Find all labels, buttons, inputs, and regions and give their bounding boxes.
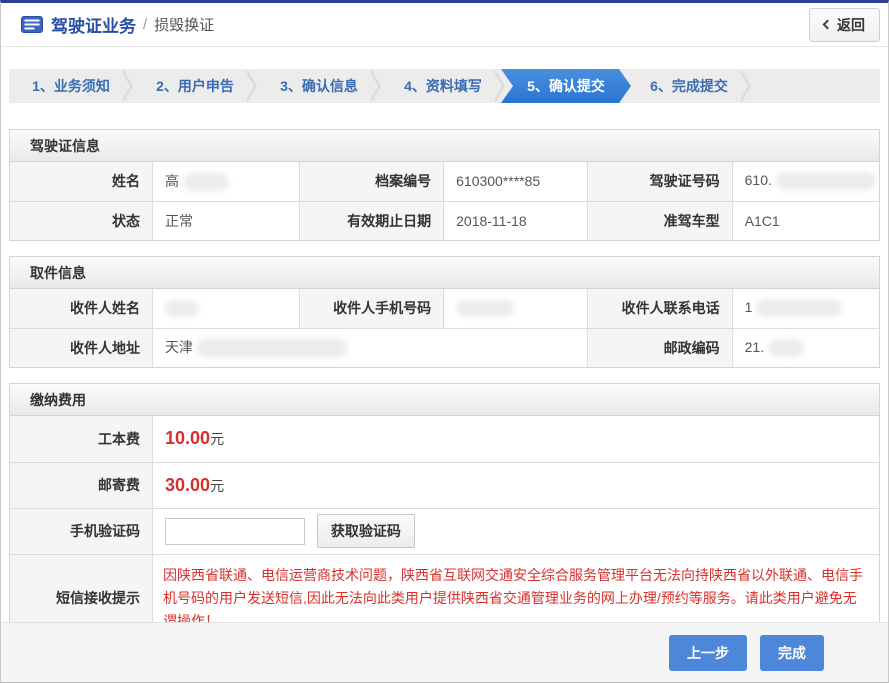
recipient-phone-label: 收件人联系电话 bbox=[588, 289, 732, 328]
recipient-mobile-value bbox=[444, 289, 588, 328]
license-info-table: 姓名 高 档案编号 610300****85 驾驶证号码 610. 状态 正常 … bbox=[10, 162, 879, 240]
license-list-icon bbox=[21, 16, 43, 33]
previous-step-button[interactable]: 上一步 bbox=[669, 635, 747, 671]
sms-code-label: 手机验证码 bbox=[10, 508, 153, 554]
breadcrumb-separator: / bbox=[143, 16, 147, 33]
recipient-mobile-label: 收件人手机号码 bbox=[299, 289, 443, 328]
table-row: 邮寄费 30.00元 bbox=[10, 462, 879, 508]
file-number-value: 610300****85 bbox=[444, 162, 588, 201]
postal-code-label: 邮政编码 bbox=[588, 328, 732, 367]
sms-code-cell: 获取验证码 bbox=[153, 508, 879, 554]
redaction-blur bbox=[456, 300, 514, 317]
postage-fee-label: 邮寄费 bbox=[10, 462, 153, 508]
table-row: 手机验证码 获取验证码 bbox=[10, 508, 879, 554]
back-button-label: 返回 bbox=[837, 15, 865, 35]
postal-code-value: 21. bbox=[732, 328, 879, 367]
table-row: 工本费 10.00元 bbox=[10, 416, 879, 462]
redaction-blur bbox=[756, 299, 842, 317]
license-number-value: 610. bbox=[732, 162, 879, 201]
pickup-info-title: 取件信息 bbox=[10, 257, 879, 289]
expiry-date-label: 有效期止日期 bbox=[299, 201, 443, 240]
breadcrumb-current: 损毁换证 bbox=[154, 14, 214, 35]
table-row: 收件人姓名 收件人手机号码 收件人联系电话 1 bbox=[10, 289, 879, 328]
table-row: 姓名 高 档案编号 610300****85 驾驶证号码 610. bbox=[10, 162, 879, 201]
production-fee-value: 10.00元 bbox=[153, 416, 879, 462]
sms-code-input[interactable] bbox=[165, 518, 305, 545]
redaction-blur bbox=[776, 172, 876, 190]
redaction-blur bbox=[183, 173, 229, 191]
step-6-complete-submit[interactable]: 6、完成提交 bbox=[627, 69, 751, 103]
pickup-info-section: 取件信息 收件人姓名 收件人手机号码 收件人联系电话 1 收件人地址 天津 邮政… bbox=[9, 256, 880, 368]
step-wizard: 1、业务须知 2、用户申告 3、确认信息 4、资料填写 5、确认提交 6、完成提… bbox=[9, 69, 880, 103]
redaction-blur bbox=[165, 300, 199, 317]
step-3-confirm-info[interactable]: 3、确认信息 bbox=[257, 69, 381, 103]
get-code-button[interactable]: 获取验证码 bbox=[317, 514, 415, 548]
table-row: 状态 正常 有效期止日期 2018-11-18 准驾车型 A1C1 bbox=[10, 201, 879, 240]
license-info-section: 驾驶证信息 姓名 高 档案编号 610300****85 驾驶证号码 610. … bbox=[9, 129, 880, 241]
step-4-fill-data[interactable]: 4、资料填写 bbox=[381, 69, 505, 103]
redaction-blur bbox=[197, 338, 347, 358]
fees-section: 缴纳费用 工本费 10.00元 邮寄费 30.00元 手机验证码 获取验证码 短… bbox=[9, 383, 880, 643]
fees-title: 缴纳费用 bbox=[10, 384, 879, 416]
license-number-label: 驾驶证号码 bbox=[588, 162, 732, 201]
table-row: 收件人地址 天津 邮政编码 21. bbox=[10, 328, 879, 367]
vehicle-class-label: 准驾车型 bbox=[588, 201, 732, 240]
footer-action-bar: 上一步 完成 bbox=[1, 622, 888, 682]
pickup-info-table: 收件人姓名 收件人手机号码 收件人联系电话 1 收件人地址 天津 邮政编码 21… bbox=[10, 289, 879, 367]
recipient-address-value: 天津 bbox=[153, 328, 588, 367]
redaction-blur bbox=[768, 339, 804, 357]
fees-table: 工本费 10.00元 邮寄费 30.00元 手机验证码 获取验证码 短信接收提示… bbox=[10, 416, 879, 642]
recipient-name-value bbox=[153, 289, 300, 328]
finish-button[interactable]: 完成 bbox=[760, 635, 824, 671]
status-value: 正常 bbox=[153, 201, 300, 240]
production-fee-label: 工本费 bbox=[10, 416, 153, 462]
file-number-label: 档案编号 bbox=[299, 162, 443, 201]
step-2-user-declaration[interactable]: 2、用户申告 bbox=[133, 69, 257, 103]
name-label: 姓名 bbox=[10, 162, 153, 201]
chevron-left-icon bbox=[823, 20, 833, 30]
back-button[interactable]: 返回 bbox=[809, 8, 880, 42]
status-label: 状态 bbox=[10, 201, 153, 240]
recipient-name-label: 收件人姓名 bbox=[10, 289, 153, 328]
name-value: 高 bbox=[153, 162, 300, 201]
step-bar-filler bbox=[751, 69, 880, 103]
expiry-date-value: 2018-11-18 bbox=[444, 201, 588, 240]
step-5-confirm-submit[interactable]: 5、确认提交 bbox=[501, 69, 631, 103]
page-header: 驾驶证业务 / 损毁换证 返回 bbox=[1, 3, 888, 47]
step-1-business-notice[interactable]: 1、业务须知 bbox=[9, 69, 133, 103]
postage-fee-value: 30.00元 bbox=[153, 462, 879, 508]
license-info-title: 驾驶证信息 bbox=[10, 130, 879, 162]
page-title: 驾驶证业务 bbox=[51, 12, 136, 37]
vehicle-class-value: A1C1 bbox=[732, 201, 879, 240]
recipient-address-label: 收件人地址 bbox=[10, 328, 153, 367]
recipient-phone-value: 1 bbox=[732, 289, 879, 328]
